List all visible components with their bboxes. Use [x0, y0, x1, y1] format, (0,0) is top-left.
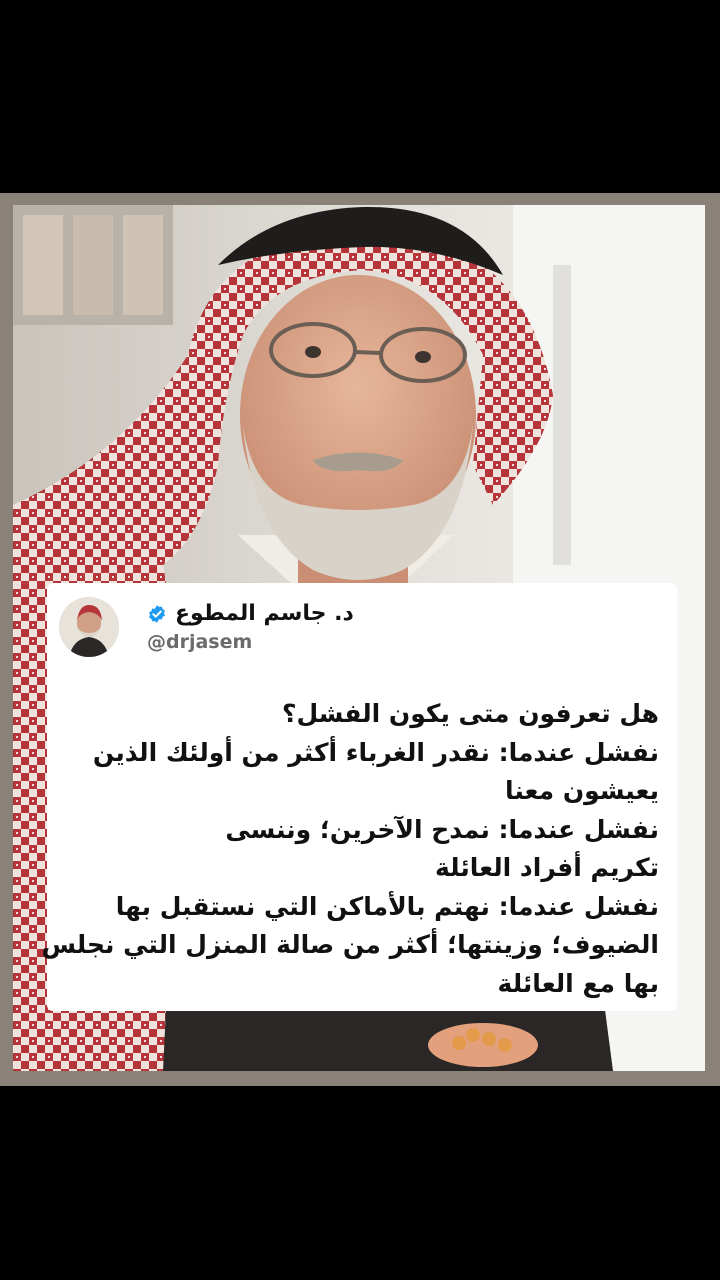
author-display-name[interactable]: د. جاسم المطوع — [175, 599, 354, 629]
tweet-line: تكريم أفراد العائلة — [435, 853, 659, 882]
author-name-row: د. جاسم المطوع — [147, 599, 354, 629]
screen: د. جاسم المطوع @drjasem هل تعرفون متى يك… — [0, 0, 720, 1280]
avatar-image — [59, 597, 119, 657]
post-image-frame: د. جاسم المطوع @drjasem هل تعرفون متى يك… — [0, 193, 720, 1086]
tweet-header: د. جاسم المطوع @drjasem — [59, 597, 659, 667]
tweet-line: هل تعرفون متى يكون الفشل؟ — [281, 699, 659, 728]
tweet-line: بها مع العائلة — [497, 968, 659, 998]
tweet-line: نفشل عندما: نقدر الغرباء أكثر من أولئك ا… — [92, 737, 659, 767]
tweet-line: نفشل عندما: نمدح الآخرين؛ وننسى — [225, 814, 659, 844]
tweet-text: هل تعرفون متى يكون الفشل؟ نفشل عندما: نق… — [41, 695, 659, 1003]
tweet-line: الضيوف؛ وزينتها؛ أكثر من صالة المنزل الت… — [41, 930, 659, 959]
author-avatar[interactable] — [59, 597, 119, 657]
tweet-line: يعيشون معنا — [504, 776, 659, 805]
author-handle[interactable]: @drjasem — [147, 631, 354, 653]
tweet-line: نفشل عندما: نهتم بالأماكن التي نستقبل به… — [115, 891, 659, 921]
tweet-card[interactable]: د. جاسم المطوع @drjasem هل تعرفون متى يك… — [41, 583, 677, 1011]
verified-badge-icon — [149, 605, 165, 623]
author-info: د. جاسم المطوع @drjasem — [147, 599, 354, 653]
